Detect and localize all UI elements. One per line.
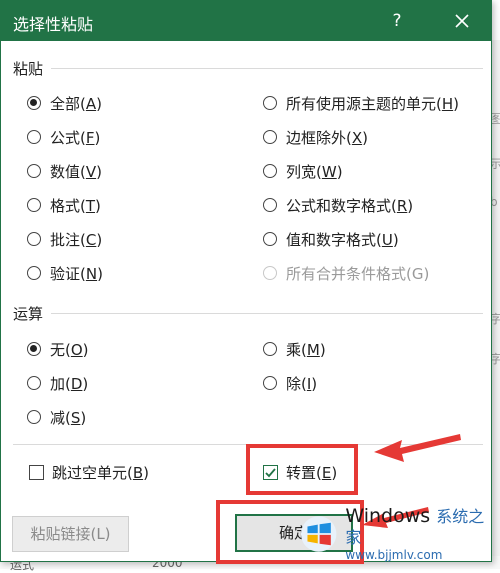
operation-option[interactable]: 乘(M) xyxy=(263,336,326,362)
close-icon xyxy=(455,14,469,28)
transpose-highlight-box xyxy=(246,444,358,495)
paste-option-label: 列宽(W) xyxy=(286,162,343,181)
paste-option-label: 公式(F) xyxy=(50,128,101,147)
watermark: Windows 系统之家 www.bjjmlv.com xyxy=(300,506,490,562)
paste-link-button[interactable]: 粘贴链接(L) xyxy=(12,516,129,552)
skip-blanks-label: 跳过空单元(B) xyxy=(52,463,150,482)
radio-button[interactable] xyxy=(263,96,277,110)
paste-option[interactable]: 值和数字格式(U) xyxy=(263,226,399,252)
radio-button xyxy=(263,266,277,280)
paste-option-label: 所有合并条件格式(G) xyxy=(286,264,430,283)
paste-option[interactable]: 公式和数字格式(R) xyxy=(263,192,413,218)
paste-option[interactable]: 边框除外(X) xyxy=(263,124,368,150)
radio-button[interactable] xyxy=(263,164,277,178)
operation-option-label: 无(O) xyxy=(50,340,89,359)
paste-option-label: 全部(A) xyxy=(50,94,102,113)
help-button[interactable]: ? xyxy=(381,7,413,35)
operation-section-label: 运算 xyxy=(13,305,44,323)
radio-button[interactable] xyxy=(263,130,277,144)
operation-option[interactable]: 无(O) xyxy=(27,336,89,362)
operation-option[interactable]: 减(S) xyxy=(27,404,86,430)
watermark-title: Windows 系统之家 xyxy=(345,505,485,547)
dialog-title: 选择性粘贴 xyxy=(13,15,94,34)
paste-option-label: 所有使用源主题的单元(H) xyxy=(286,94,459,113)
paste-option[interactable]: 数值(V) xyxy=(27,158,102,184)
radio-button[interactable] xyxy=(27,232,41,246)
radio-button[interactable] xyxy=(263,342,277,356)
paste-option[interactable]: 所有使用源主题的单元(H) xyxy=(263,90,459,116)
paste-option[interactable]: 格式(T) xyxy=(27,192,101,218)
watermark-url: www.bjjmlv.com xyxy=(345,548,443,562)
section-divider xyxy=(51,313,483,314)
operation-option-label: 除(I) xyxy=(286,374,318,393)
title-bar: 选择性粘贴 ? xyxy=(1,1,491,41)
radio-button[interactable] xyxy=(27,266,41,280)
paste-option-label: 值和数字格式(U) xyxy=(286,230,399,249)
operation-option-label: 减(S) xyxy=(50,408,87,427)
paste-option[interactable]: 公式(F) xyxy=(27,124,100,150)
paste-option-label: 数值(V) xyxy=(50,162,102,181)
radio-button[interactable] xyxy=(263,232,277,246)
radio-button[interactable] xyxy=(27,410,41,424)
section-divider xyxy=(51,68,483,69)
radio-button[interactable] xyxy=(27,376,41,390)
radio-button[interactable] xyxy=(27,198,41,212)
paste-option[interactable]: 全部(A) xyxy=(27,90,102,116)
paste-option-label: 批注(C) xyxy=(50,230,103,249)
radio-button[interactable] xyxy=(263,376,277,390)
windows-logo-icon xyxy=(300,516,337,552)
operation-option[interactable]: 加(D) xyxy=(27,370,88,396)
operation-option-label: 乘(M) xyxy=(286,340,326,359)
operation-option-label: 加(D) xyxy=(50,374,89,393)
operation-option[interactable]: 除(I) xyxy=(263,370,317,396)
paste-option-label: 验证(N) xyxy=(50,264,103,283)
skip-blanks-checkbox[interactable]: 跳过空单元(B) xyxy=(29,459,149,485)
radio-button[interactable] xyxy=(27,164,41,178)
paste-option[interactable]: 列宽(W) xyxy=(263,158,343,184)
radio-button[interactable] xyxy=(27,342,41,356)
radio-button[interactable] xyxy=(27,130,41,144)
paste-option: 所有合并条件格式(G) xyxy=(263,260,429,286)
paste-option[interactable]: 批注(C) xyxy=(27,226,102,252)
red-arrow-icon xyxy=(374,434,461,462)
paste-option-label: 公式和数字格式(R) xyxy=(286,196,414,215)
paste-option-label: 边框除外(X) xyxy=(286,128,368,147)
paste-option-label: 格式(T) xyxy=(50,196,101,215)
radio-button[interactable] xyxy=(263,198,277,212)
radio-button[interactable] xyxy=(27,96,41,110)
checkbox-box[interactable] xyxy=(29,464,44,480)
paste-section-label: 粘贴 xyxy=(13,60,44,78)
close-button[interactable] xyxy=(446,7,478,35)
watermark-text: Windows 系统之家 www.bjjmlv.com xyxy=(345,506,490,562)
paste-option[interactable]: 验证(N) xyxy=(27,260,103,286)
